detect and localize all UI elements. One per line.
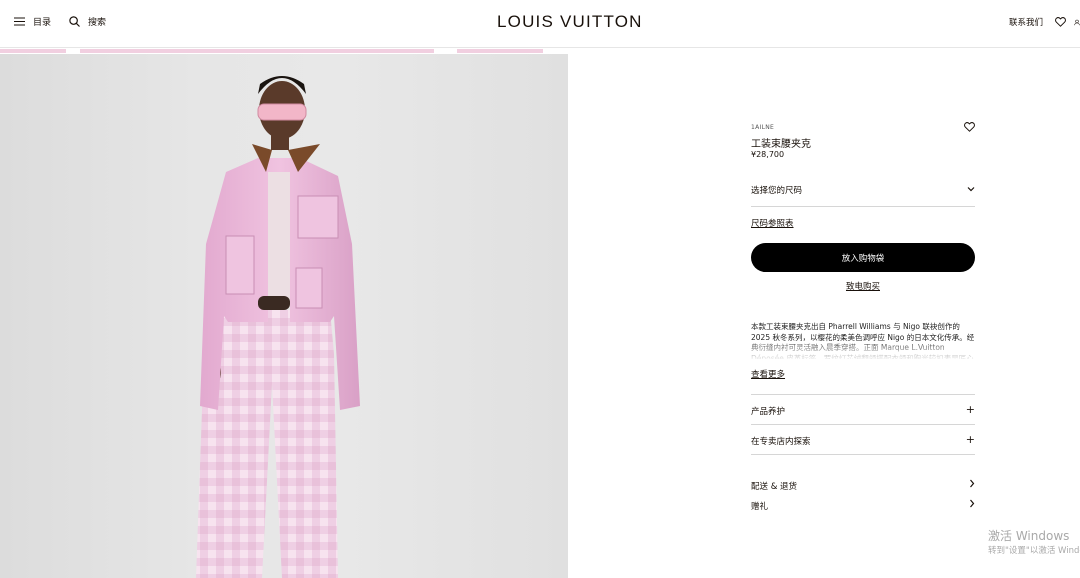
plus-icon: + (965, 403, 975, 416)
accordion-divider (751, 454, 975, 455)
windows-activation-title: 激活 Windows (988, 529, 1070, 543)
gift-link[interactable]: 赠礼 (751, 497, 975, 513)
delivery-returns-link[interactable]: 配送 & 退货 (751, 477, 975, 493)
search-button[interactable]: 搜索 (69, 15, 106, 28)
plus-icon: + (965, 433, 975, 446)
size-select[interactable]: 选择您的尺码 (751, 178, 975, 207)
product-image[interactable] (0, 54, 568, 578)
search-label: 搜索 (88, 18, 107, 28)
product-sku: 1AILNE (751, 124, 775, 131)
menu-label: 目录 (33, 18, 52, 28)
chevron-right-icon (969, 479, 975, 490)
see-more-link[interactable]: 查看更多 (751, 368, 785, 380)
thumbnail-1[interactable] (0, 49, 66, 53)
thumbnail-2[interactable] (80, 49, 434, 53)
search-icon (69, 16, 80, 27)
accordion-product-care[interactable]: 产品养护 + (751, 394, 975, 424)
call-to-buy-link[interactable]: 致电购买 (751, 280, 975, 292)
size-select-label: 选择您的尺码 (751, 186, 803, 196)
accordion-label: 产品养护 (751, 407, 786, 417)
wishlist-heart-icon[interactable] (964, 122, 975, 134)
product-name: 工装束腰夹克 (751, 139, 811, 150)
model-illustration (196, 76, 360, 578)
site-header: 目录 搜索 LOUIS VUITTON 联系我们 (0, 0, 1080, 48)
user-icon[interactable] (1074, 17, 1080, 28)
menu-button[interactable]: 目录 (14, 15, 51, 28)
description-fade (751, 342, 975, 360)
header-right: 联系我们 (1009, 16, 1080, 28)
chevron-down-icon (967, 185, 975, 194)
link-label: 赠礼 (751, 502, 769, 512)
chevron-right-icon (969, 499, 975, 510)
contact-link[interactable]: 联系我们 (1009, 16, 1043, 28)
link-label: 配送 & 退货 (751, 482, 798, 492)
heart-icon[interactable] (1055, 17, 1066, 27)
thumbnail-3[interactable] (457, 49, 543, 53)
accordion-explore-store[interactable]: 在专卖店内探索 + (751, 424, 975, 454)
accordion-label: 在专卖店内探索 (751, 437, 811, 447)
brand-logo[interactable]: LOUIS VUITTON (497, 12, 643, 32)
menu-icon (14, 17, 25, 26)
windows-activation-hint: 转到"设置"以激活 Windows。 (988, 546, 1080, 556)
add-to-bag-button[interactable]: 放入购物袋 (751, 243, 975, 272)
product-price: ¥28,700 (751, 150, 785, 159)
size-chart-link[interactable]: 尺码参照表 (751, 217, 794, 229)
header-left: 目录 搜索 (14, 15, 124, 28)
